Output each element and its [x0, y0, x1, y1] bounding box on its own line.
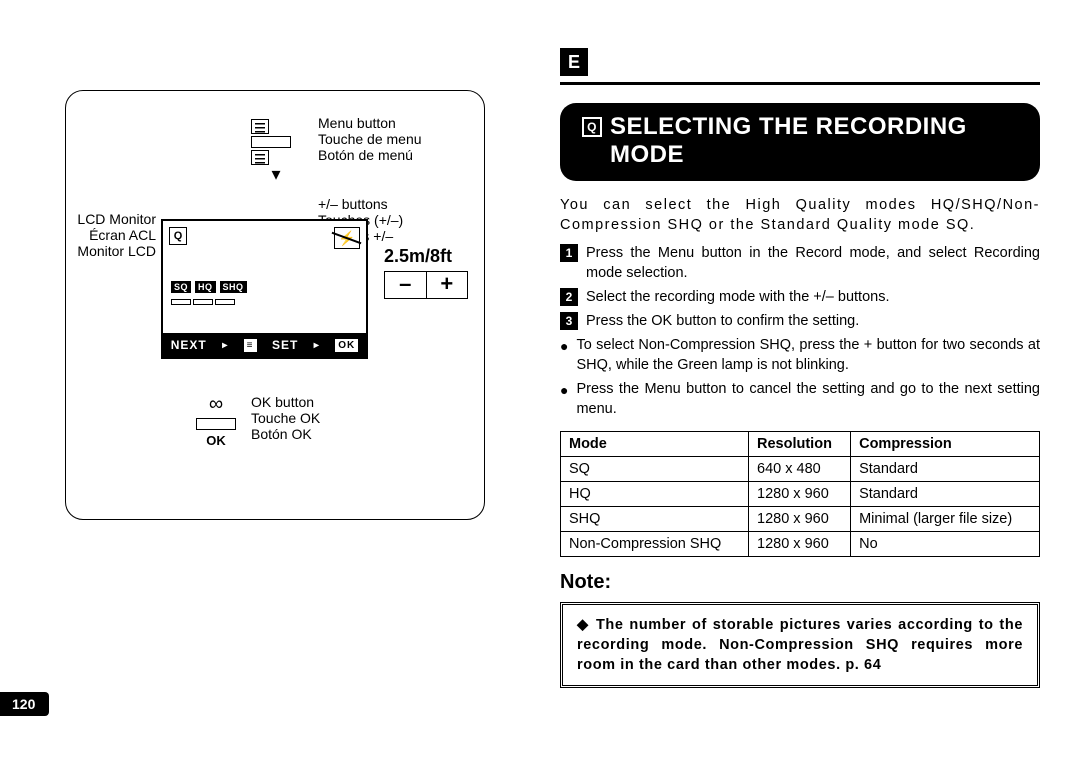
- arrow-down-icon: ▾: [251, 167, 301, 181]
- lcd-screen: Q ⚡ SQ HQ SHQ NEXT▸ ≡ SET▸ OK: [161, 219, 368, 359]
- mode-table: Mode Resolution Compression SQ640 x 480S…: [560, 431, 1040, 557]
- label-menu-button: Menu button Touche de menu Botón de menú: [318, 115, 422, 163]
- menu-icon: ≡: [244, 339, 257, 352]
- bullet-2: ● Press the Menu button to cancel the se…: [560, 379, 1040, 419]
- lcd-bars-icon: [171, 299, 235, 305]
- table-row: HQ1280 x 960Standard: [561, 482, 1040, 507]
- menu-icon: [251, 119, 269, 134]
- steps-list: 1 Press the Menu button in the Record mo…: [560, 243, 1040, 419]
- manual-page: ▾ Menu button Touche de menu Botón de me…: [0, 0, 1080, 765]
- lcd-q-icon: Q: [169, 227, 187, 245]
- note-box: ◆The number of storable pictures varies …: [560, 602, 1040, 688]
- section-heading: Q SELECTING THE RECORDING MODE: [560, 103, 1040, 181]
- rule: [560, 82, 1040, 85]
- distance-value: 2.5m/8ft: [384, 246, 468, 267]
- menu-icon: [251, 150, 269, 165]
- plus-minus-graphic: 2.5m/8ft – +: [384, 246, 468, 299]
- step-2: 2 Select the recording mode with the +/–…: [560, 287, 1040, 307]
- minus-button-graphic: –: [385, 272, 427, 298]
- step-3: 3 Press the OK button to confirm the set…: [560, 311, 1040, 331]
- infinity-icon: ∞: [196, 393, 236, 416]
- diamond-icon: ◆: [577, 617, 590, 633]
- q-icon: Q: [582, 117, 602, 137]
- language-badge: E: [560, 48, 588, 76]
- page-number: 120: [0, 692, 49, 716]
- table-row: Non-Compression SHQ1280 x 960No: [561, 532, 1040, 557]
- note-heading: Note:: [560, 571, 1040, 594]
- bullet-icon: ●: [560, 336, 568, 375]
- step-number-icon: 1: [560, 244, 578, 262]
- flash-off-icon: ⚡: [334, 227, 360, 249]
- content-column: E Q SELECTING THE RECORDING MODE You can…: [560, 48, 1040, 688]
- step-1: 1 Press the Menu button in the Record mo…: [560, 243, 1040, 283]
- intro-paragraph: You can select the High Quality modes HQ…: [560, 195, 1040, 235]
- bullet-1: ● To select Non-Compression SHQ, press t…: [560, 335, 1040, 375]
- step-number-icon: 3: [560, 312, 578, 330]
- lcd-bottom-bar: NEXT▸ ≡ SET▸ OK: [163, 333, 366, 357]
- label-ok-button: OK button Touche OK Botón OK: [251, 394, 320, 442]
- table-header-row: Mode Resolution Compression: [561, 432, 1040, 457]
- diagram-area: ▾ Menu button Touche de menu Botón de me…: [65, 90, 515, 520]
- label-lcd-monitor: LCD Monitor Écran ACL Monitor LCD: [72, 211, 156, 259]
- plus-button-graphic: +: [427, 272, 468, 298]
- diagram-frame: ▾ Menu button Touche de menu Botón de me…: [65, 90, 485, 520]
- table-row: SHQ1280 x 960Minimal (larger file size): [561, 507, 1040, 532]
- menu-button-graphic: ▾: [251, 119, 301, 181]
- table-row: SQ640 x 480Standard: [561, 457, 1040, 482]
- step-number-icon: 2: [560, 288, 578, 306]
- bullet-icon: ●: [560, 380, 568, 419]
- lcd-mode-chips: SQ HQ SHQ: [171, 281, 247, 293]
- ok-button-graphic: ∞ OK: [196, 393, 236, 448]
